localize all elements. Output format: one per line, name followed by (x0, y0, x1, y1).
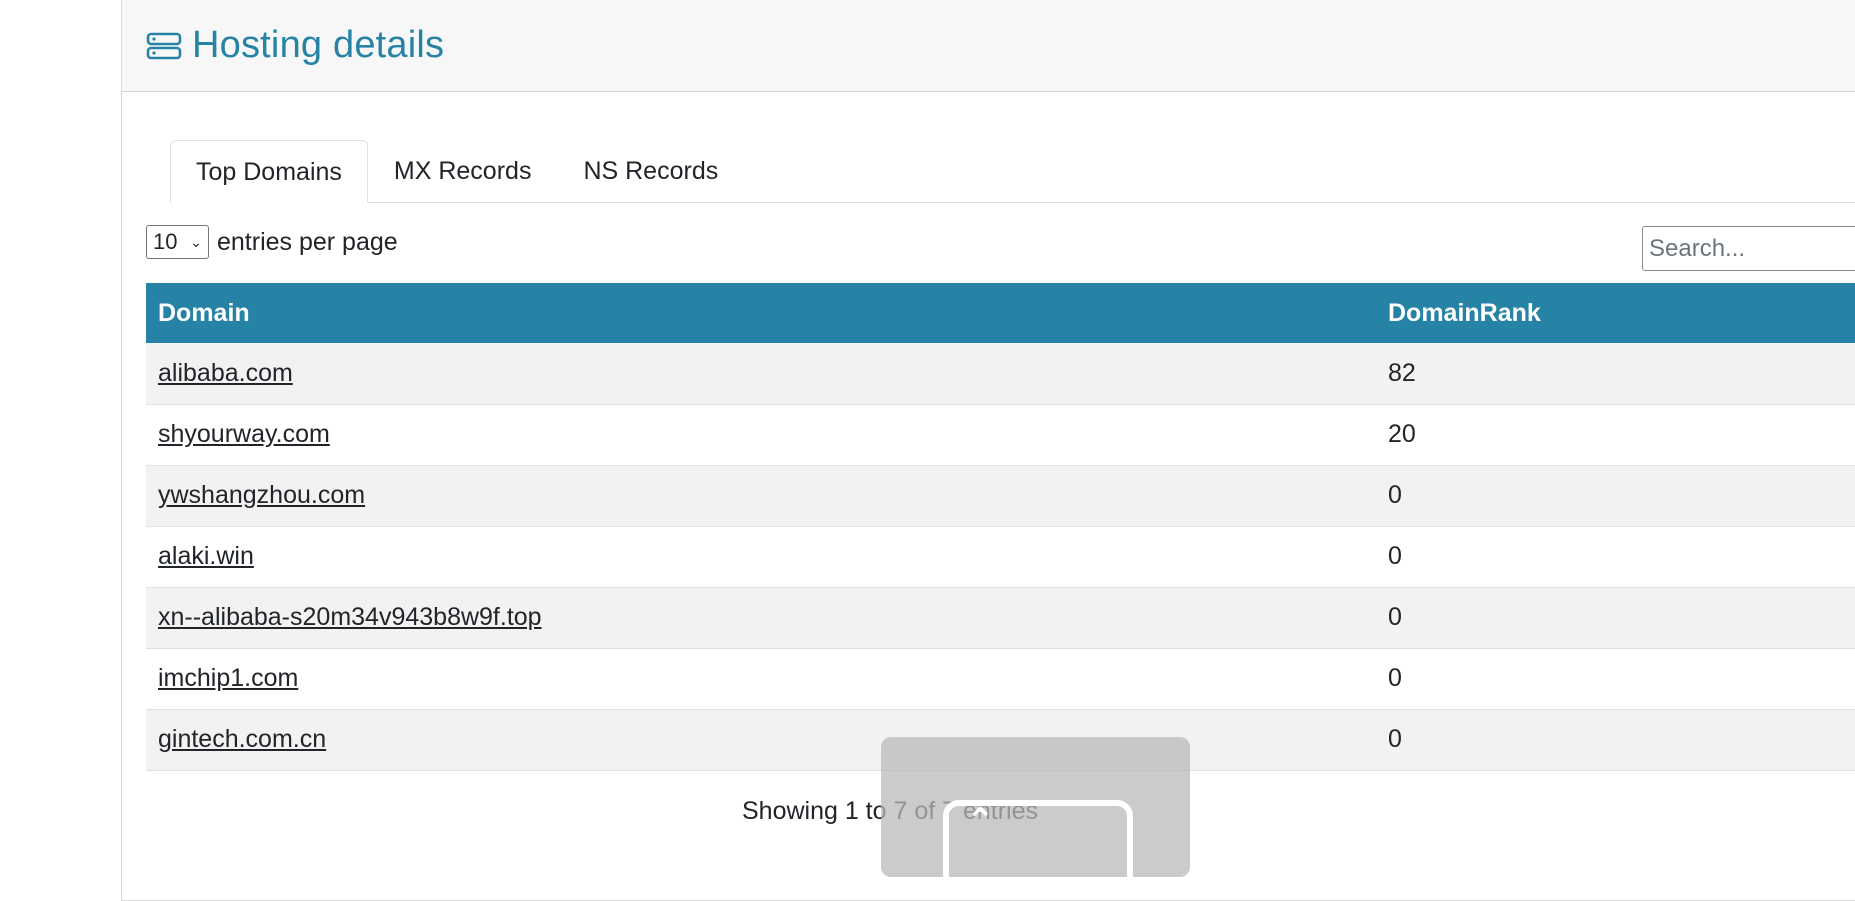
domain-rank: 0 (1388, 542, 1402, 570)
table-row: imchip1.com 0 (146, 648, 1855, 709)
domain-rank: 0 (1388, 603, 1402, 631)
table-row: alibaba.com 82 (146, 343, 1855, 404)
domain-link[interactable]: xn--alibaba-s20m34v943b8w9f.top (158, 603, 542, 631)
table-row: xn--alibaba-s20m34v943b8w9f.top 0 (146, 587, 1855, 648)
tab-ns-records[interactable]: NS Records (557, 140, 744, 201)
tab-top-domains[interactable]: Top Domains (170, 140, 368, 203)
domain-link[interactable]: ywshangzhou.com (158, 481, 365, 509)
domain-link[interactable]: shyourway.com (158, 420, 330, 448)
column-header-domainrank[interactable]: DomainRank (1376, 283, 1855, 343)
table-header-row: Domain DomainRank (146, 283, 1855, 343)
page-title: Hosting details (192, 24, 445, 66)
column-header-domain[interactable]: Domain (146, 283, 1376, 343)
server-icon (146, 32, 182, 60)
per-page-label: entries per page (217, 227, 398, 256)
tab-mx-records[interactable]: MX Records (368, 140, 558, 201)
tab-bar: Top Domains MX Records NS Records (170, 140, 1855, 203)
domains-table: Domain DomainRank alibaba.com 82 shyourw… (146, 283, 1855, 771)
chevron-down-icon: ⌄ (190, 233, 202, 250)
domain-link[interactable]: imchip1.com (158, 664, 298, 692)
table-row: ywshangzhou.com 0 (146, 465, 1855, 526)
scroll-to-top-button[interactable]: ⌃ (881, 737, 1190, 900)
card-header: Hosting details (122, 0, 1855, 92)
domain-link[interactable]: alibaba.com (158, 359, 293, 387)
table-controls: 10 ⌄ entries per page Search... (146, 225, 1855, 271)
domain-rank: 82 (1388, 358, 1416, 387)
domain-link[interactable]: alaki.win (158, 542, 254, 570)
chevron-up-icon: ⌃ (966, 802, 995, 840)
domain-rank: 0 (1388, 725, 1402, 753)
per-page-control: 10 ⌄ entries per page (146, 225, 1855, 259)
search-input[interactable]: Search... (1642, 226, 1855, 271)
table-row: shyourway.com 20 (146, 404, 1855, 465)
domain-rank: 20 (1388, 420, 1416, 448)
per-page-select[interactable]: 10 ⌄ (146, 225, 209, 259)
domain-link[interactable]: gintech.com.cn (158, 725, 326, 753)
search-placeholder: Search... (1649, 234, 1746, 262)
table-row: alaki.win 0 (146, 526, 1855, 587)
domain-rank: 0 (1388, 664, 1402, 692)
per-page-value: 10 (153, 229, 178, 254)
domain-rank: 0 (1388, 481, 1402, 509)
